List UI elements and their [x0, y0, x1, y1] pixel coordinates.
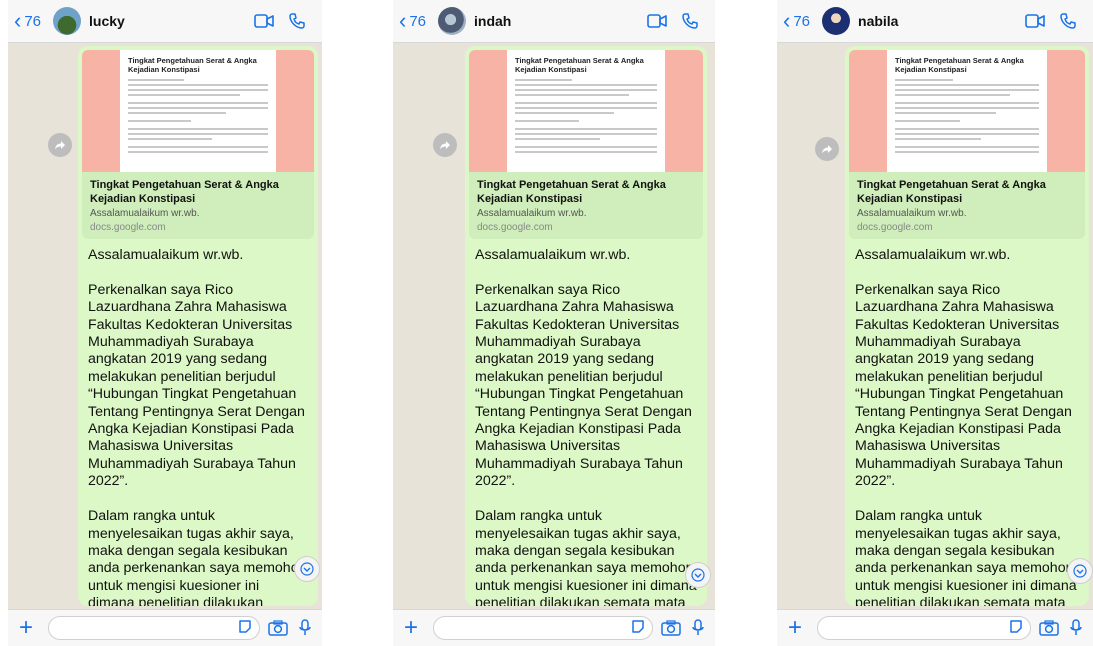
forward-button[interactable]	[48, 133, 72, 157]
link-domain: docs.google.com	[90, 222, 166, 233]
message-bubble[interactable]: Tingkat Pengetahuan Serat & Angka Kejadi…	[845, 46, 1089, 606]
document-title: Tingkat Pengetahuan Serat & Angka Kejadi…	[515, 56, 644, 74]
document-title: Tingkat Pengetahuan Serat & Angka Kejadi…	[895, 56, 1024, 74]
unread-count: 76	[24, 12, 42, 30]
link-preview[interactable]: Tingkat Pengetahuan Serat & Angka Kejadi…	[82, 172, 314, 239]
plus-icon[interactable]: +	[14, 614, 38, 642]
message-input[interactable]	[433, 616, 653, 640]
chat-screen-nabila: ‹ 76 nabila Tingkat Pengetahuan Serat & …	[777, 0, 1093, 646]
scroll-down-button[interactable]	[685, 562, 711, 588]
forward-button[interactable]	[433, 133, 457, 157]
document-thumbnail: Tingkat Pengetahuan Serat & Angka Kejadi…	[507, 50, 665, 172]
link-preview-image[interactable]: Tingkat Pengetahuan Serat & Angka Kejadi…	[849, 50, 1085, 172]
back-button[interactable]: ‹ 76	[783, 10, 810, 32]
link-title: Tingkat Pengetahuan Serat & Angka Kejadi…	[857, 179, 1046, 205]
avatar[interactable]	[822, 7, 851, 35]
video-camera-icon[interactable]	[254, 14, 274, 28]
message-input[interactable]	[48, 616, 260, 640]
link-title: Tingkat Pengetahuan Serat & Angka Kejadi…	[90, 179, 279, 205]
sticker-icon[interactable]	[237, 619, 253, 640]
link-description: Assalamualaikum wr.wb.	[857, 208, 967, 219]
message-input[interactable]	[817, 616, 1031, 640]
chevron-down-icon	[300, 562, 314, 576]
message-text: Assalamualaikum wr.wb. Perkenalkan saya …	[855, 247, 1077, 606]
scroll-down-button[interactable]	[1067, 558, 1093, 584]
link-description: Assalamualaikum wr.wb.	[477, 208, 587, 219]
forward-button[interactable]	[815, 137, 839, 161]
document-thumbnail: Tingkat Pengetahuan Serat & Angka Kejadi…	[887, 50, 1047, 172]
microphone-icon[interactable]	[1069, 619, 1083, 637]
contact-name[interactable]: indah	[474, 13, 647, 29]
message-text: Assalamualaikum wr.wb. Perkenalkan saya …	[475, 247, 697, 606]
sticker-icon[interactable]	[630, 619, 646, 640]
video-camera-icon[interactable]	[647, 14, 667, 28]
chevron-left-icon: ‹	[783, 8, 791, 33]
chat-header: ‹ 76 nabila	[777, 0, 1093, 43]
link-preview[interactable]: Tingkat Pengetahuan Serat & Angka Kejadi…	[849, 172, 1085, 239]
avatar[interactable]	[53, 7, 82, 35]
scroll-down-button[interactable]	[294, 556, 320, 582]
chevron-down-icon	[1073, 564, 1087, 578]
phone-icon[interactable]	[681, 12, 699, 30]
link-preview[interactable]: Tingkat Pengetahuan Serat & Angka Kejadi…	[469, 172, 703, 239]
link-domain: docs.google.com	[477, 222, 553, 233]
link-description: Assalamualaikum wr.wb.	[90, 208, 200, 219]
avatar[interactable]	[438, 7, 467, 35]
back-button[interactable]: ‹ 76	[399, 10, 426, 32]
contact-name[interactable]: nabila	[858, 13, 1025, 29]
forward-icon	[440, 141, 450, 150]
chat-screen-lucky: ‹ 76 lucky Tingkat Pengetahuan Serat & A…	[8, 0, 322, 646]
chevron-left-icon: ‹	[399, 8, 407, 33]
microphone-icon[interactable]	[691, 619, 705, 637]
back-button[interactable]: ‹ 76	[14, 10, 41, 32]
camera-icon[interactable]	[1039, 620, 1059, 636]
forward-icon	[822, 145, 832, 154]
camera-icon[interactable]	[661, 620, 681, 636]
chevron-left-icon: ‹	[14, 8, 22, 33]
chat-header: ‹ 76 indah	[393, 0, 715, 43]
link-preview-image[interactable]: Tingkat Pengetahuan Serat & Angka Kejadi…	[469, 50, 703, 172]
microphone-icon[interactable]	[298, 619, 312, 637]
document-title: Tingkat Pengetahuan Serat & Angka Kejadi…	[128, 56, 257, 74]
forward-icon	[55, 141, 65, 150]
message-text: Assalamualaikum wr.wb. Perkenalkan saya …	[88, 247, 307, 606]
document-thumbnail: Tingkat Pengetahuan Serat & Angka Kejadi…	[120, 50, 276, 172]
contact-name[interactable]: lucky	[89, 13, 254, 29]
chevron-down-icon	[691, 568, 705, 582]
link-domain: docs.google.com	[857, 222, 933, 233]
unread-count: 76	[793, 12, 811, 30]
message-bubble[interactable]: Tingkat Pengetahuan Serat & Angka Kejadi…	[78, 46, 318, 606]
composer-bar: +	[393, 609, 715, 646]
link-title: Tingkat Pengetahuan Serat & Angka Kejadi…	[477, 179, 666, 205]
chat-screen-indah: ‹ 76 indah Tingkat Pengetahuan Serat & A…	[393, 0, 715, 646]
sticker-icon[interactable]	[1008, 619, 1024, 640]
video-camera-icon[interactable]	[1025, 14, 1045, 28]
composer-bar: +	[777, 609, 1093, 646]
plus-icon[interactable]: +	[399, 614, 423, 642]
phone-icon[interactable]	[1059, 12, 1077, 30]
chat-header: ‹ 76 lucky	[8, 0, 322, 43]
phone-icon[interactable]	[288, 12, 306, 30]
unread-count: 76	[409, 12, 427, 30]
composer-bar: +	[8, 609, 322, 646]
message-bubble[interactable]: Tingkat Pengetahuan Serat & Angka Kejadi…	[465, 46, 707, 606]
camera-icon[interactable]	[268, 620, 288, 636]
plus-icon[interactable]: +	[783, 614, 807, 642]
link-preview-image[interactable]: Tingkat Pengetahuan Serat & Angka Kejadi…	[82, 50, 314, 172]
